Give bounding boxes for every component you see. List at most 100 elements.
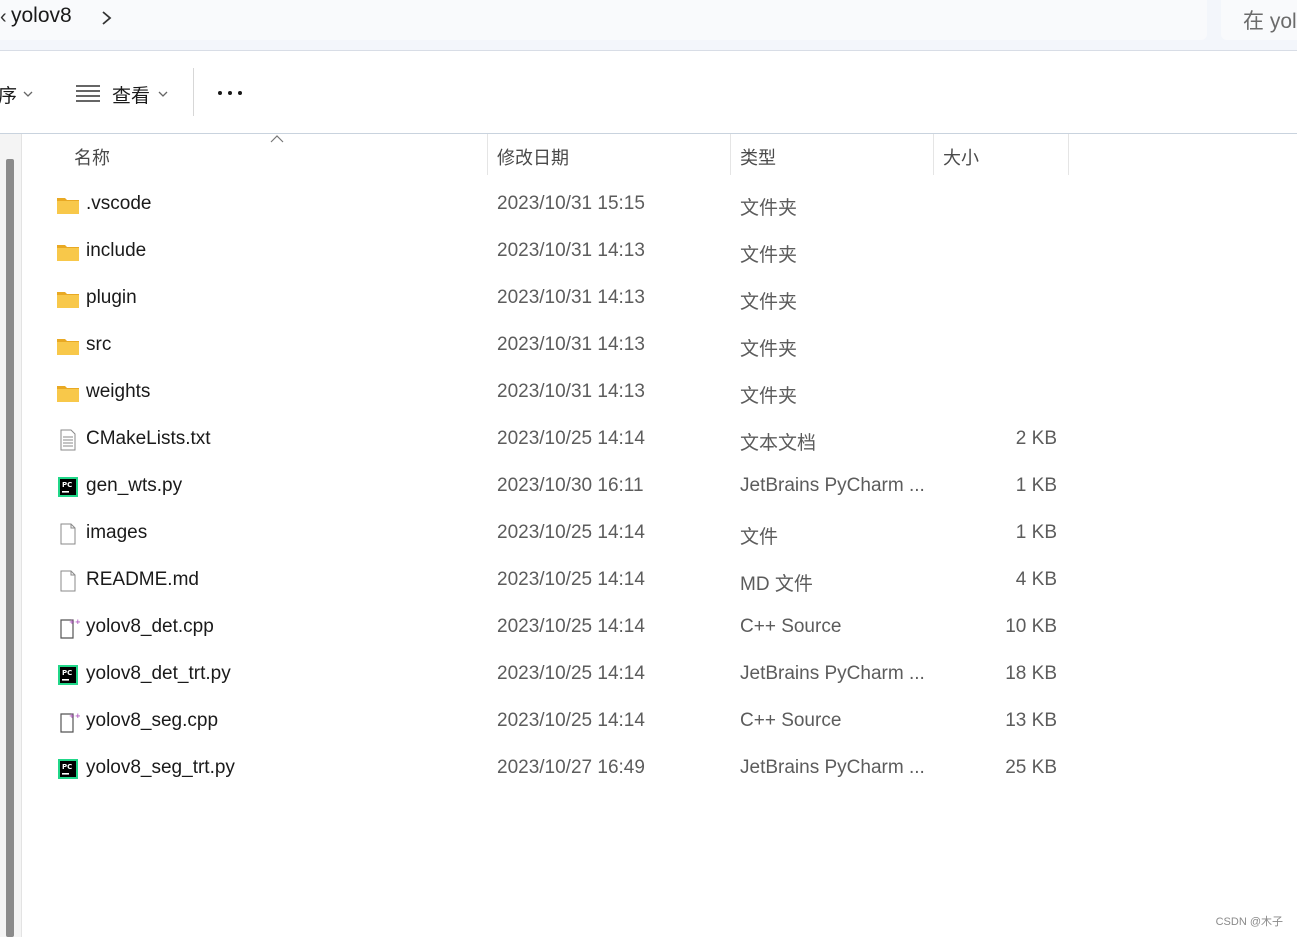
file-type: 文本文档 — [740, 433, 817, 454]
file-name: yolov8_seg_trt.py — [86, 757, 235, 778]
folder-icon — [56, 241, 80, 263]
file-date: 2023/10/31 15:15 — [497, 193, 645, 214]
file-size: 1 KB — [1015, 522, 1057, 543]
file-date: 2023/10/25 14:14 — [497, 428, 645, 449]
address-field[interactable]: ‹ yolov8 — [0, 0, 1207, 40]
chevron-right-icon[interactable] — [100, 7, 114, 29]
blank-file-icon — [56, 570, 80, 592]
file-date: 2023/10/31 14:13 — [497, 381, 645, 402]
file-type: 文件夹 — [740, 198, 798, 219]
svg-text:++: ++ — [69, 618, 80, 626]
file-size: 1 KB — [1015, 475, 1057, 496]
file-name: gen_wts.py — [86, 475, 183, 496]
file-name: yolov8_seg.cpp — [86, 710, 219, 731]
file-type: JetBrains PyCharm ... — [740, 663, 925, 684]
view-button-label: 查看 — [112, 86, 151, 107]
watermark: CSDN @木子 — [1215, 916, 1283, 928]
more-options-button[interactable] — [210, 79, 250, 107]
file-type: 文件夹 — [740, 386, 798, 407]
file-type: C++ Source — [740, 710, 842, 731]
svg-text:++: ++ — [69, 712, 80, 720]
pycharm-file-icon: PC — [56, 664, 80, 686]
column-header-size-label: 大小 — [943, 148, 979, 168]
column-header-size[interactable]: 大小 — [934, 134, 1068, 175]
file-date: 2023/10/25 14:14 — [497, 710, 645, 731]
svg-text:PC: PC — [62, 481, 72, 489]
file-row[interactable]: ++ yolov8_det.cpp 2023/10/25 14:14 C++ Sour… — [22, 605, 1082, 652]
column-header-type[interactable]: 类型 — [731, 134, 933, 175]
text-file-icon — [56, 429, 80, 451]
svg-text:PC: PC — [62, 669, 72, 677]
file-name: README.md — [86, 569, 199, 590]
column-header-name[interactable]: 名称 — [22, 134, 487, 175]
folder-icon — [56, 288, 80, 310]
file-name: yolov8_det.cpp — [86, 616, 214, 637]
file-row[interactable]: include 2023/10/31 14:13 文件夹 — [22, 229, 1082, 276]
file-name: weights — [86, 381, 151, 402]
file-date: 2023/10/30 16:11 — [497, 475, 644, 496]
file-date: 2023/10/31 14:13 — [497, 240, 645, 261]
svg-text:PC: PC — [62, 763, 72, 771]
file-size: 2 KB — [1015, 428, 1057, 449]
file-row[interactable]: images 2023/10/25 14:14 文件 1 KB — [22, 511, 1082, 558]
file-type: JetBrains PyCharm ... — [740, 757, 925, 778]
folder-icon — [56, 194, 80, 216]
file-name: CMakeLists.txt — [86, 428, 211, 449]
column-header-date[interactable]: 修改日期 — [488, 134, 730, 175]
file-size: 25 KB — [1005, 757, 1057, 778]
file-size: 13 KB — [1005, 710, 1057, 731]
file-type: 文件夹 — [740, 245, 798, 266]
file-date: 2023/10/27 16:49 — [497, 757, 645, 778]
file-name: .vscode — [86, 193, 152, 214]
file-size: 18 KB — [1005, 663, 1057, 684]
file-type: 文件夹 — [740, 339, 798, 360]
file-row[interactable]: PC yolov8_seg_trt.py 2023/10/27 16:49 JetBr… — [22, 746, 1082, 793]
file-type: C++ Source — [740, 616, 842, 637]
file-date: 2023/10/25 14:14 — [497, 616, 645, 637]
scrollbar-thumb[interactable] — [6, 159, 14, 937]
breadcrumb-yolov8[interactable]: yolov8 — [11, 4, 72, 28]
file-type: JetBrains PyCharm ... — [740, 475, 925, 496]
file-row[interactable]: PC gen_wts.py 2023/10/30 16:11 JetBrains Py… — [22, 464, 1082, 511]
file-row[interactable]: .vscode 2023/10/31 15:15 文件夹 — [22, 182, 1082, 229]
file-row[interactable]: CMakeLists.txt 2023/10/25 14:14 文本文档 2 KB — [22, 417, 1082, 464]
pycharm-file-icon: PC — [56, 758, 80, 780]
search-placeholder: 在 yol — [1243, 10, 1297, 33]
column-header-type-label: 类型 — [740, 148, 776, 168]
blank-file-icon — [56, 523, 80, 545]
cpp-file-icon: ++ — [56, 617, 81, 639]
file-name: include — [86, 240, 147, 261]
file-size: 4 KB — [1015, 569, 1057, 590]
file-row[interactable]: weights 2023/10/31 14:13 文件夹 — [22, 370, 1082, 417]
list-view-icon — [76, 85, 100, 102]
view-button[interactable]: 查看 — [70, 73, 180, 113]
chevron-down-icon — [158, 91, 168, 97]
toolbar-divider — [193, 68, 194, 116]
file-date: 2023/10/31 14:13 — [497, 334, 645, 355]
column-header-date-label: 修改日期 — [497, 148, 569, 168]
address-bar-region: ‹ yolov8 在 yol — [0, 0, 1297, 51]
file-row[interactable]: src 2023/10/31 14:13 文件夹 — [22, 323, 1082, 370]
sort-button-label[interactable]: 序 — [0, 81, 17, 108]
file-date: 2023/10/31 14:13 — [497, 287, 645, 308]
chevron-down-icon[interactable] — [23, 90, 33, 98]
file-name: images — [86, 522, 148, 543]
file-type: MD 文件 — [740, 574, 813, 595]
column-divider[interactable] — [1068, 134, 1069, 175]
file-name: src — [86, 334, 112, 355]
file-name: plugin — [86, 287, 137, 308]
file-type: 文件 — [740, 527, 779, 548]
file-row[interactable]: plugin 2023/10/31 14:13 文件夹 — [22, 276, 1082, 323]
file-row[interactable]: ++ yolov8_seg.cpp 2023/10/25 14:14 C++ Sour… — [22, 699, 1082, 746]
folder-icon — [56, 335, 80, 357]
file-row[interactable]: README.md 2023/10/25 14:14 MD 文件 4 KB — [22, 558, 1082, 605]
pycharm-file-icon: PC — [56, 476, 80, 498]
file-row[interactable]: PC yolov8_det_trt.py 2023/10/25 14:14 JetBr… — [22, 652, 1082, 699]
command-bar: 序 查看 — [0, 51, 1297, 134]
folder-icon — [56, 382, 80, 404]
file-date: 2023/10/25 14:14 — [497, 569, 645, 590]
file-size: 10 KB — [1005, 616, 1057, 637]
navigation-pane-edge — [0, 134, 22, 937]
file-date: 2023/10/25 14:14 — [497, 522, 645, 543]
search-input[interactable]: 在 yol — [1221, 0, 1297, 40]
